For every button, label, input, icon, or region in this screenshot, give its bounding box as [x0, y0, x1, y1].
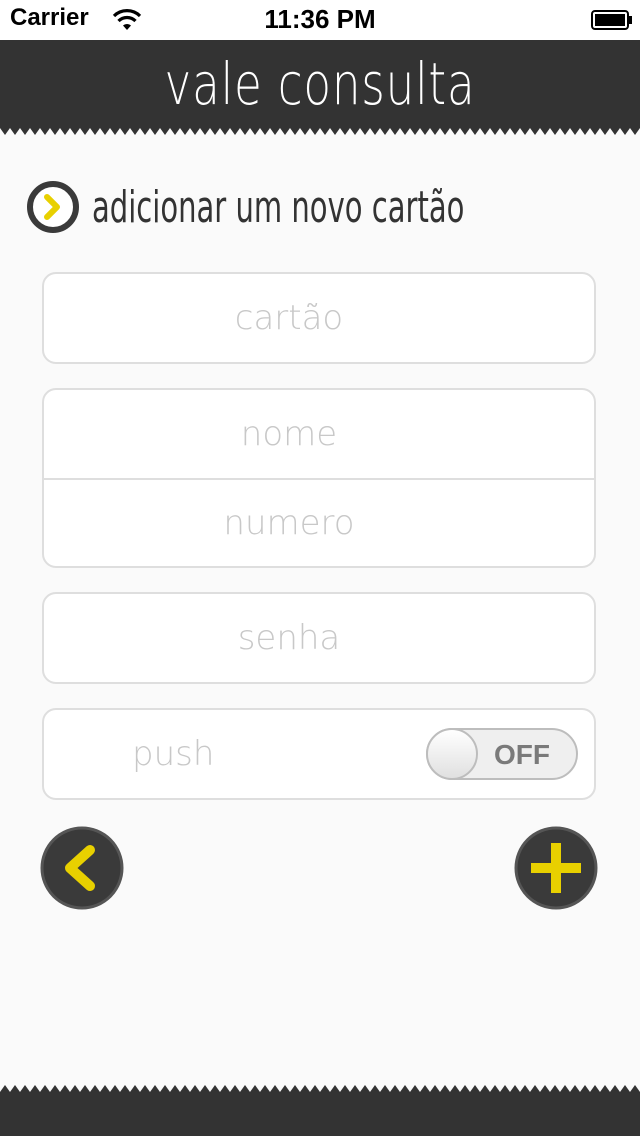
card-field — [44, 274, 594, 362]
status-bar: Carrier 11:36 PM — [0, 0, 640, 40]
nav-bar: vale consulta — [0, 40, 640, 128]
password-field — [44, 594, 594, 682]
push-field: push OFF — [44, 710, 594, 798]
name-input[interactable] — [44, 390, 594, 478]
footer-bar — [0, 1092, 640, 1136]
name-number-group — [42, 388, 596, 568]
app-title: vale consulta — [164, 50, 476, 118]
password-group — [42, 592, 596, 684]
back-button[interactable] — [40, 826, 124, 910]
push-toggle-label: OFF — [494, 739, 550, 770]
status-time: 11:36 PM — [264, 4, 376, 34]
card-number-group — [42, 272, 596, 364]
push-toggle[interactable]: OFF — [426, 728, 578, 780]
chevron-right-circle-icon — [27, 181, 79, 233]
nav-zigzag-edge — [0, 128, 640, 135]
add-button[interactable] — [514, 826, 598, 910]
footer-zigzag-edge — [0, 1085, 640, 1092]
section-title: adicionar um novo cartão — [92, 182, 465, 233]
password-input[interactable] — [44, 594, 594, 682]
number-field — [44, 478, 594, 566]
name-field — [44, 390, 594, 478]
push-label: push — [132, 734, 215, 774]
number-input[interactable] — [44, 480, 594, 566]
push-group: push OFF — [42, 708, 596, 800]
card-input[interactable] — [44, 274, 594, 362]
push-toggle-knob — [426, 728, 478, 780]
battery-icon — [591, 10, 632, 30]
